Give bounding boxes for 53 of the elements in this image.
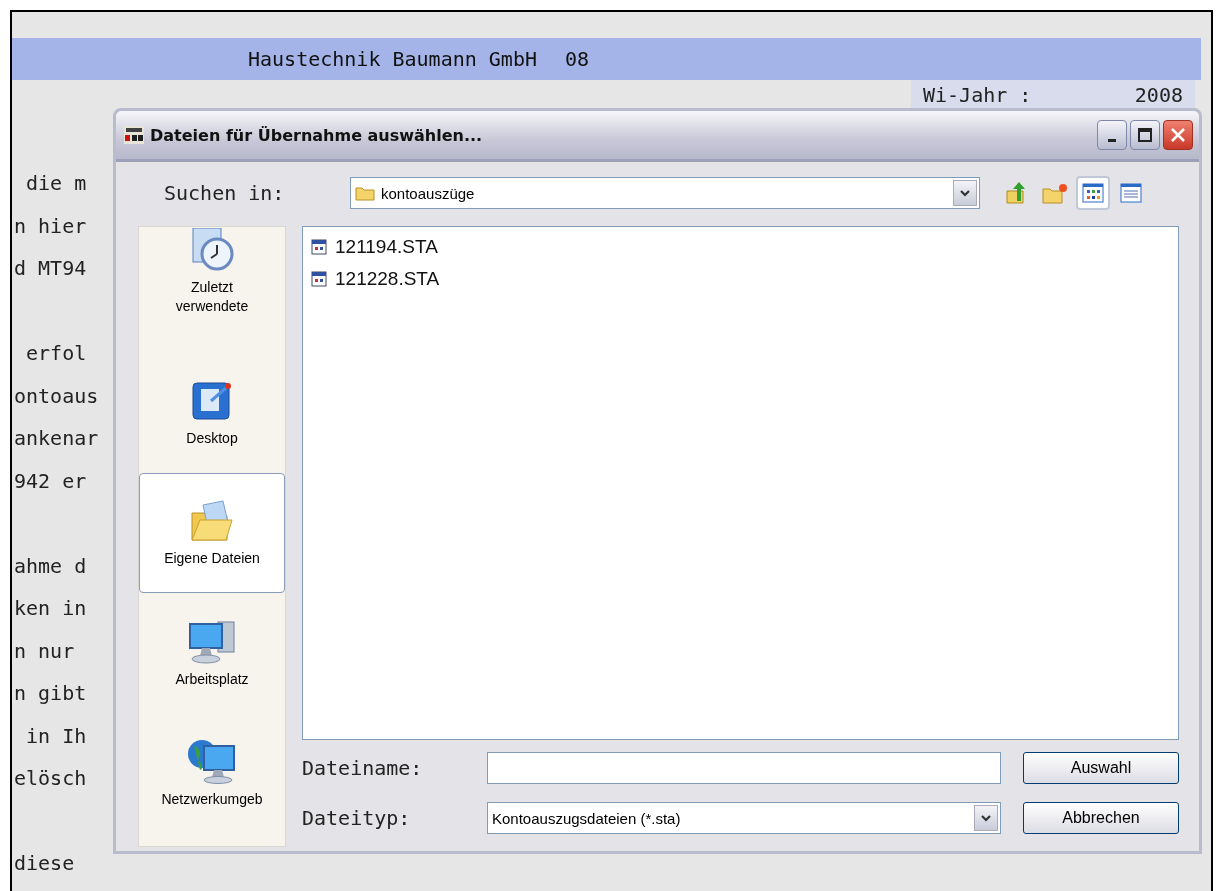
maximize-button[interactable] [1130, 120, 1160, 150]
select-button[interactable]: Auswahl [1023, 752, 1179, 784]
fiscal-year-label: Wi-Jahr : [923, 83, 1032, 107]
dialog-title: Dateien für Übernahme auswählen... [150, 125, 484, 145]
places-item[interactable]: Arbeitsplatz [139, 593, 285, 713]
open-folder-icon [189, 498, 235, 543]
file-icon [311, 239, 327, 255]
minimize-button[interactable] [1097, 120, 1127, 150]
background-text: n gibt [13, 680, 87, 707]
places-item[interactable]: Eigene Dateien [139, 473, 285, 593]
cancel-button[interactable]: Abbrechen [1023, 802, 1179, 834]
close-button[interactable] [1163, 120, 1193, 150]
places-item[interactable]: Desktop [139, 353, 285, 473]
network-computer-icon [186, 737, 238, 784]
background-text: diese [13, 850, 75, 877]
places-item[interactable]: Netzwerkumgeb [139, 713, 285, 833]
places-item[interactable]: Zuletzt verwendete [139, 227, 285, 353]
background-text: elösch [13, 765, 87, 792]
background-text: die m [25, 170, 87, 197]
fiscal-year-value: 2008 [1134, 83, 1183, 107]
background-text: ontoaus [13, 382, 99, 410]
look-in-label: Suchen in: [163, 181, 286, 205]
folder-icon [355, 185, 375, 201]
file-icon [311, 271, 327, 287]
background-text: d MT94 [13, 255, 87, 282]
maximize-icon [1137, 127, 1153, 143]
background-text: erfol [25, 340, 87, 367]
look-in-dropdown[interactable]: kontoauszüge [350, 177, 980, 209]
minimize-icon [1108, 138, 1116, 142]
background-text: n hier [13, 212, 87, 240]
background-text: ankenar [13, 425, 99, 452]
details-view-icon [1120, 183, 1142, 203]
company-name: Haustechnik Baumann GmbH [248, 47, 537, 71]
file-type-dropdown[interactable]: Kontoauszugsdateien (*.sta) [487, 802, 1001, 834]
list-view-button[interactable] [1076, 176, 1110, 210]
file-name-label: Dateiname: [302, 756, 424, 780]
new-folder-icon [1042, 182, 1068, 204]
background-text: ahme d [13, 552, 87, 580]
app-icon [124, 126, 144, 144]
background-text: in Ih [25, 722, 87, 750]
list-view-icon [1082, 183, 1104, 203]
chevron-down-icon [959, 188, 971, 198]
file-name-field[interactable] [487, 752, 1001, 784]
background-text: n nur [13, 637, 75, 665]
company-number: 08 [565, 47, 590, 71]
file-type-label: Dateityp: [302, 806, 412, 830]
file-item[interactable]: 121194.STA [311, 231, 1170, 263]
chevron-down-icon [980, 813, 992, 823]
background-text: 942 er [13, 467, 87, 495]
background-text: ken in [13, 595, 87, 622]
clock-document-icon [189, 228, 235, 272]
file-item[interactable]: 121228.STA [311, 263, 1170, 295]
close-icon [1170, 127, 1186, 143]
